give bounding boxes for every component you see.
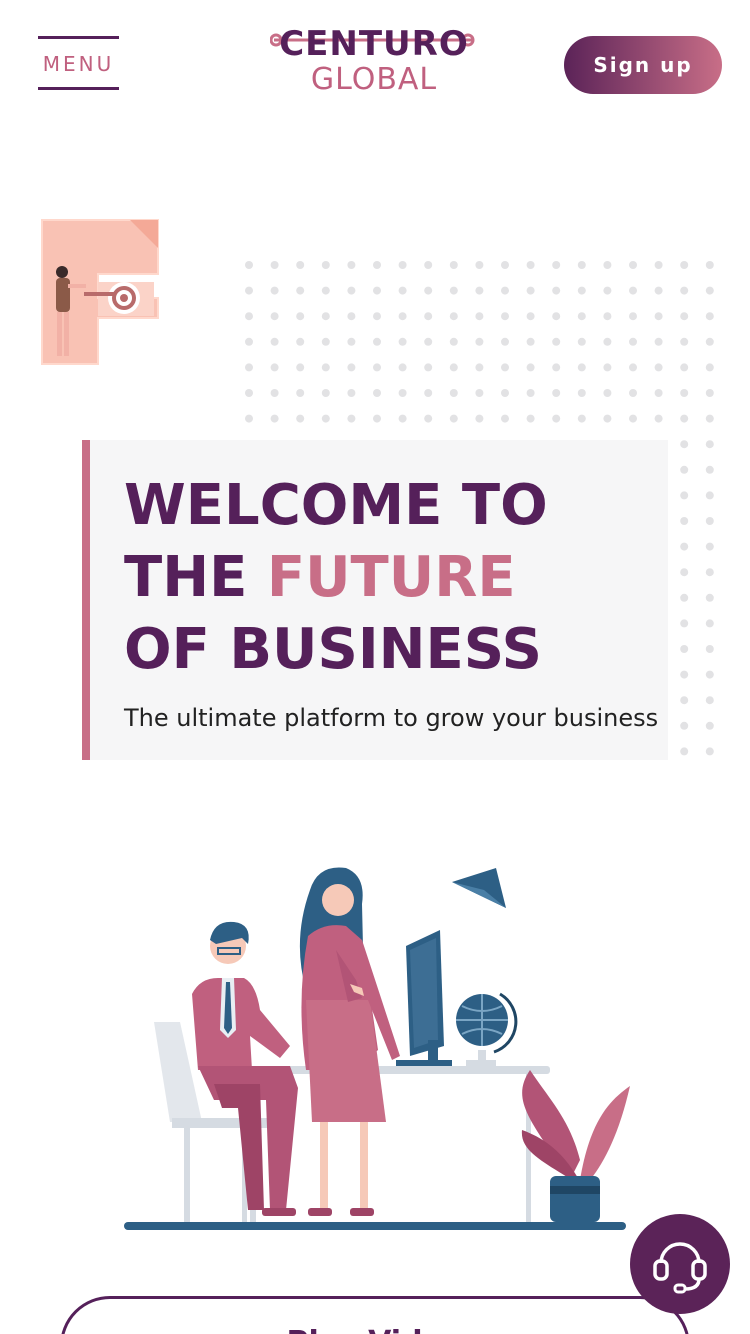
- play-video-label: Play Video: [63, 1325, 687, 1334]
- menu-label: MENU: [42, 52, 115, 76]
- support-chat-button[interactable]: [630, 1214, 730, 1314]
- play-video-button[interactable]: Play Video: [60, 1296, 690, 1334]
- office-workers-illustration: [124, 867, 630, 1230]
- letter-f-target-illustration: [41, 219, 159, 365]
- headset-icon: [653, 1242, 707, 1294]
- menu-button[interactable]: MENU: [38, 36, 119, 90]
- hero-title-line1: WELCOME TO: [124, 473, 548, 538]
- logo-text-centuro: CENTURO: [279, 24, 469, 64]
- hero-title: WELCOME TO THE FUTURE OF BUSINESS: [124, 470, 654, 686]
- sign-up-button[interactable]: Sign up: [564, 36, 722, 94]
- hero-panel: WELCOME TO THE FUTURE OF BUSINESS The ul…: [82, 440, 668, 760]
- hero-title-highlight: FUTURE: [266, 545, 516, 610]
- menu-bottom-line: [38, 87, 119, 90]
- hero-title-line3: OF BUSINESS: [124, 617, 542, 682]
- hero-subtitle: The ultimate platform to grow your busin…: [124, 704, 659, 732]
- hero-title-line2a: THE: [124, 545, 267, 610]
- paper-plane-icon: [452, 868, 506, 908]
- menu-top-line: [38, 36, 119, 39]
- hero-accent-bar: [82, 440, 90, 760]
- logo-text-global: GLOBAL: [310, 62, 438, 97]
- centuro-global-logo[interactable]: CENTURO GLOBAL: [270, 20, 478, 100]
